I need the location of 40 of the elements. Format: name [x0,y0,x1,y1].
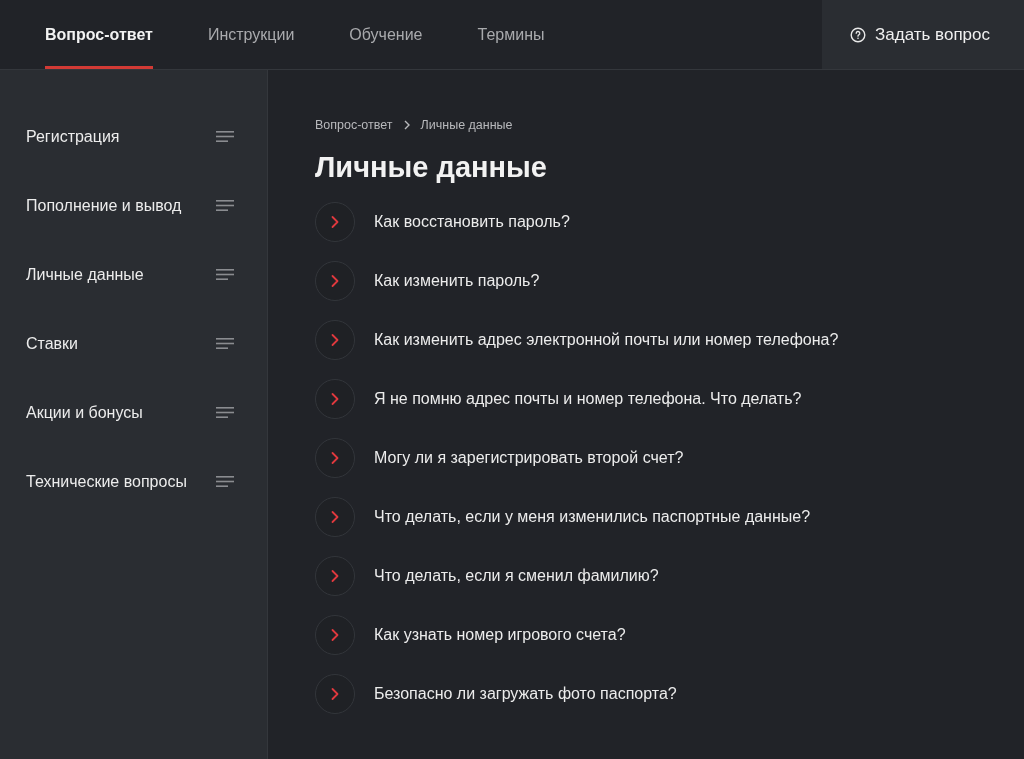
page-title: Личные данные [315,150,548,184]
question-link[interactable]: Я не помню адрес почты и номер телефона. Что делать? [374,390,802,408]
chevron-circle-icon[interactable] [315,202,355,242]
chevron-circle-icon[interactable] [315,261,355,301]
chevron-circle-icon[interactable] [315,438,355,478]
chevron-circle-icon[interactable] [315,379,355,419]
question-link[interactable]: Могу ли я зарегистрировать второй счет? [374,449,684,467]
nav-tab[interactable]: Термины [477,0,545,69]
question-icon [850,26,866,43]
sidebar-item[interactable]: Пополнение и вывод [0,171,234,240]
breadcrumb-link[interactable]: Вопрос-ответ [315,118,393,132]
sidebar-item[interactable]: Акции и бонусы [0,378,234,447]
nav-tab[interactable]: Вопрос-ответ [45,0,153,69]
question-link[interactable]: Как узнать номер игрового счета? [374,626,626,644]
question-link[interactable]: Что делать, если у меня изменились паспортные данные? [374,508,811,526]
lines-icon [216,338,234,349]
lines-icon [216,476,234,487]
chevron-circle-icon[interactable] [315,556,355,596]
chevron-circle-icon[interactable] [315,615,355,655]
lines-icon [216,269,234,280]
question-link[interactable]: Как изменить пароль? [374,272,540,290]
nav-tab[interactable]: Обучение [349,0,423,69]
chevron-circle-icon[interactable] [315,497,355,537]
ask-question-button[interactable]: Задать вопрос [822,0,1024,69]
question-link[interactable]: Как изменить адрес электронной почты или номер телефона? [374,331,839,349]
question-link[interactable]: Что делать, если я сменил фамилию? [374,567,659,585]
sidebar-item[interactable]: Личные данные [0,240,234,309]
lines-icon [216,131,234,142]
sidebar-item[interactable]: Технические вопросы [0,447,234,516]
sidebar-item[interactable]: Ставки [0,309,234,378]
chevron-icon [403,120,410,130]
nav-tab[interactable]: Инструкции [207,0,295,69]
question-link[interactable]: Как восстановить пароль? [374,213,570,231]
lines-icon [216,200,234,211]
chevron-circle-icon[interactable] [315,320,355,360]
lines-icon [216,407,234,418]
breadcrumb-current: Личные данные [420,118,513,132]
sidebar-item[interactable]: Регистрация [0,102,234,171]
chevron-circle-icon[interactable] [315,674,355,714]
question-link[interactable]: Безопасно ли загружать фото паспорта? [374,685,677,703]
